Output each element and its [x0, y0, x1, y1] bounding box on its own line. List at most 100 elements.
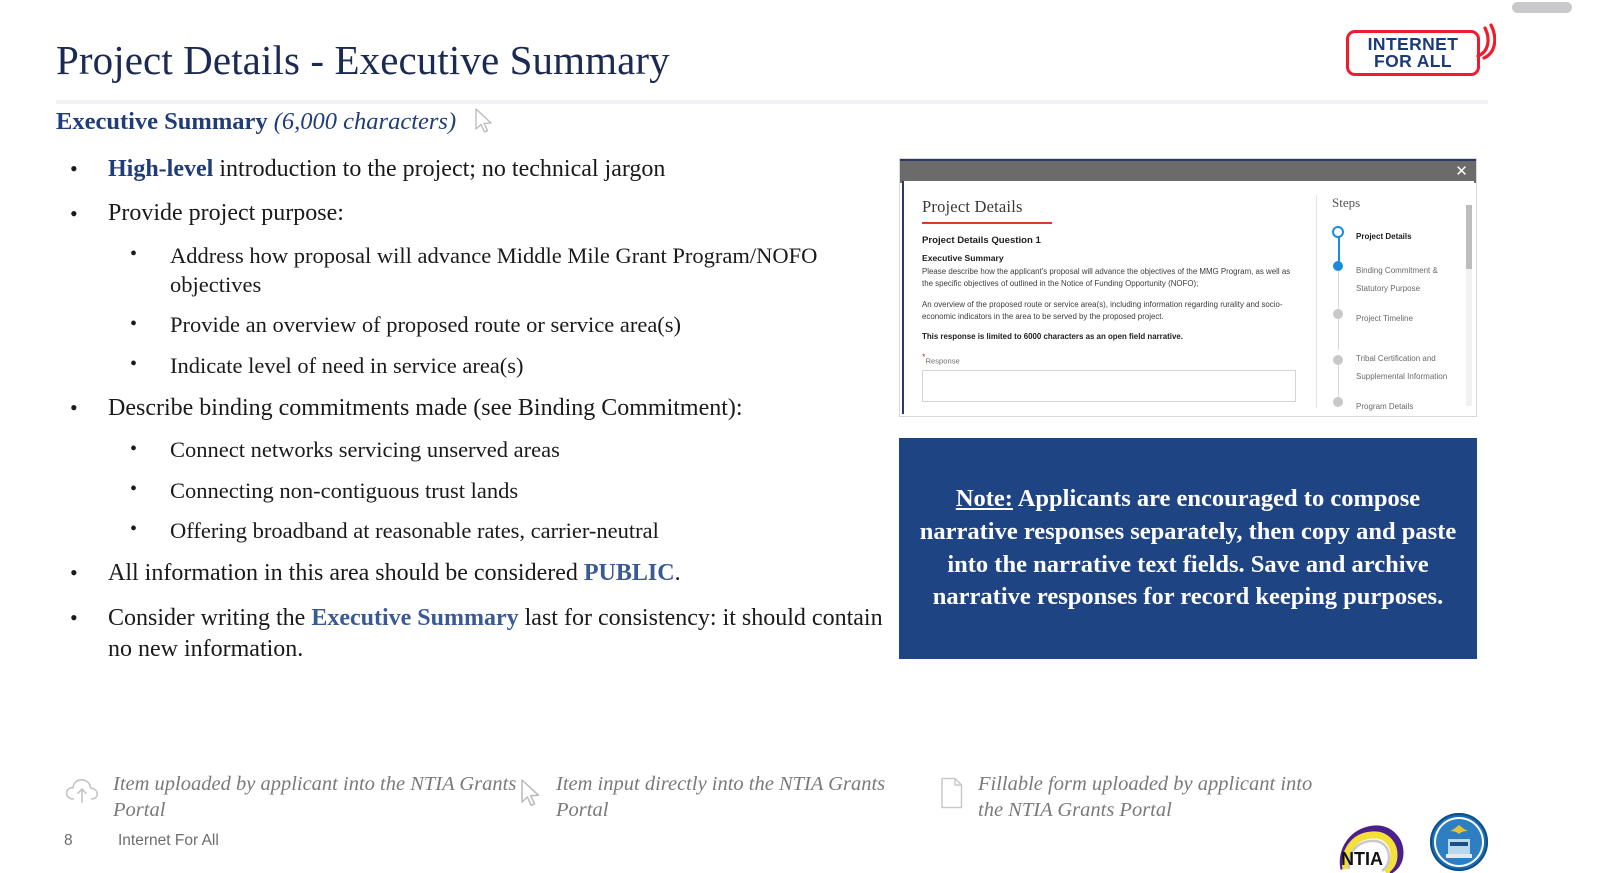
- bullet-text: Connect networks servicing unserved area…: [170, 437, 560, 463]
- step-status-dot: [1333, 355, 1343, 365]
- bullet-glyph: •: [130, 518, 138, 541]
- bullet-content: Executive Summary (6,000 characters) • H…: [56, 108, 886, 665]
- legend-item-direct-input: Item input directly into the NTIA Grants…: [519, 772, 939, 823]
- bullet-text: Offering broadband at reasonable rates, …: [170, 517, 659, 543]
- footer-label: Internet For All: [118, 832, 219, 849]
- subheading-italic: (6,000 characters): [273, 108, 457, 135]
- bullet-text: Provide an overview of proposed route or…: [170, 312, 682, 338]
- cloud-upload-icon: [64, 776, 100, 811]
- step-status-dot: [1333, 309, 1343, 319]
- list-item: • High-level introduction to the project…: [56, 154, 886, 185]
- cursor-arrow-icon: [519, 778, 543, 813]
- bullet-glyph: •: [70, 394, 78, 420]
- step-connector-line: [1338, 270, 1339, 310]
- bullet-emphasis-exec-summary: Executive Summary: [311, 604, 519, 631]
- note-callout-box: Note: Applicants are encouraged to compo…: [899, 438, 1477, 659]
- agency-logos: NTIA: [1332, 811, 1490, 873]
- bullet-lead-emphasis: High-level: [108, 156, 214, 182]
- step-label: Program Details: [1356, 402, 1414, 411]
- bullet-glyph: •: [130, 437, 138, 460]
- screenshot-scrollbar[interactable]: [1466, 205, 1472, 406]
- step-status-dot-done: [1333, 261, 1343, 271]
- list-item: • Describe binding commitments made (see…: [56, 393, 886, 545]
- bullet-glyph: •: [130, 477, 138, 500]
- bullet-text: Indicate level of need in service area(s…: [170, 352, 524, 378]
- embedded-app-screenshot: ✕ Project Details Project Details Questi…: [899, 158, 1477, 417]
- svg-text:NTIA: NTIA: [1341, 849, 1383, 869]
- question-paragraph-2: An overview of the proposed route or ser…: [922, 299, 1283, 321]
- bullet-glyph: •: [70, 156, 78, 182]
- step-label: Project Details: [1356, 232, 1412, 241]
- subheading-bold: Executive Summary: [56, 108, 268, 135]
- screenshot-body: Project Details Project Details Question…: [902, 181, 1474, 414]
- list-item: • Offering broadband at reasonable rates…: [108, 516, 886, 545]
- list-item: • Address how proposal will advance Midd…: [108, 241, 886, 300]
- legend-label: Fillable form uploaded by applicant into…: [978, 773, 1313, 821]
- step-label: Binding Commitment & Statutory Purpose: [1356, 266, 1438, 293]
- section-subheading: Executive Summary (6,000 characters): [56, 108, 886, 141]
- step-item-tribal-certification[interactable]: Tribal Certification and Supplemental In…: [1332, 348, 1462, 398]
- question-subheading: Executive Summary: [922, 253, 1004, 263]
- list-item: • Connecting non-contiguous trust lands: [108, 476, 886, 505]
- response-field-label: *Response: [922, 352, 1304, 366]
- bullet-glyph: •: [130, 353, 138, 376]
- note-text: Note: Applicants are encouraged to compo…: [915, 483, 1461, 614]
- note-prefix: Note:: [955, 484, 1013, 512]
- bullet-text: Address how proposal will advance Middle…: [170, 242, 818, 298]
- mouse-cursor-icon: [474, 108, 494, 141]
- screenshot-column-divider: [1316, 195, 1317, 408]
- step-item-project-timeline[interactable]: Project Timeline: [1332, 308, 1462, 350]
- step-connector-line: [1338, 318, 1339, 350]
- bullet-list-level-2: • Connect networks servicing unserved ar…: [108, 435, 886, 545]
- bullet-glyph: •: [70, 200, 78, 226]
- bullet-glyph: •: [130, 243, 138, 266]
- bullet-list-level-2: • Address how proposal will advance Midd…: [108, 241, 886, 380]
- response-label-text: Response: [925, 356, 960, 366]
- list-item: • All information in this area should be…: [56, 558, 886, 589]
- close-icon[interactable]: ✕: [1453, 163, 1470, 180]
- response-textarea[interactable]: [922, 369, 1296, 402]
- bullet-text: All information in this area should be c…: [108, 560, 584, 587]
- list-item: • Indicate level of need in service area…: [108, 351, 886, 380]
- step-item-program-details[interactable]: Program Details: [1332, 396, 1462, 416]
- legend-item-upload: Item uploaded by applicant into the NTIA…: [64, 772, 519, 823]
- bullet-glyph: •: [70, 604, 78, 630]
- bullet-text-tail: .: [674, 560, 681, 587]
- question-paragraph-1: Please describe how the applicant's prop…: [922, 267, 1291, 288]
- bullet-text: Connecting non-contiguous trust lands: [170, 477, 519, 503]
- document-icon: [939, 777, 965, 814]
- list-item: • Provide project purpose: • Address how…: [56, 198, 886, 379]
- internet-for-all-logo: INTERNET FOR ALL: [1346, 22, 1496, 84]
- step-item-binding-commitment[interactable]: Binding Commitment & Statutory Purpose: [1332, 260, 1462, 310]
- bullet-text: Provide project purpose:: [108, 200, 344, 227]
- question-paragraph-3: This response is limited to 6000 charact…: [922, 332, 1183, 342]
- legend-item-fillable-form: Fillable form uploaded by applicant into…: [939, 772, 1339, 823]
- step-label: Project Timeline: [1356, 314, 1413, 323]
- list-item: • Consider writing the Executive Summary…: [56, 603, 886, 666]
- question-heading: Project Details Question 1: [922, 235, 1041, 246]
- page-title: Project Details - Executive Summary: [56, 37, 670, 83]
- bullet-list-level-1: • High-level introduction to the project…: [56, 154, 886, 665]
- title-divider: [56, 100, 1488, 104]
- bullet-text: Describe binding commitments made (see B…: [108, 394, 743, 421]
- logo-line-2: FOR ALL: [1374, 51, 1452, 71]
- bullet-glyph: •: [70, 560, 78, 586]
- footer-meta: 8 Internet For All: [64, 832, 219, 850]
- list-item: • Connect networks servicing unserved ar…: [108, 435, 886, 464]
- department-of-commerce-seal-icon: [1430, 813, 1488, 871]
- step-status-dot: [1333, 397, 1343, 407]
- step-status-dot-current: [1332, 226, 1344, 238]
- page-scrollbar-thumb[interactable]: [1512, 2, 1572, 13]
- steps-panel: Steps Project Details Binding Commitment…: [1332, 195, 1462, 416]
- step-label: Tribal Certification and Supplemental In…: [1356, 354, 1448, 381]
- steps-heading: Steps: [1332, 195, 1361, 210]
- bullet-text: introduction to the project; no technica…: [213, 156, 666, 182]
- ntia-logo-icon: NTIA: [1339, 825, 1404, 873]
- legend-label: Item input directly into the NTIA Grants…: [556, 773, 886, 821]
- form-page-title: Project Details: [922, 197, 1023, 216]
- bullet-emphasis-public: PUBLIC: [583, 560, 675, 587]
- step-item-project-details[interactable]: Project Details: [1332, 226, 1462, 270]
- bullet-text: Consider writing the: [108, 604, 312, 631]
- legend-row: Item uploaded by applicant into the NTIA…: [64, 772, 1354, 823]
- legend-label: Item uploaded by applicant into the NTIA…: [113, 773, 517, 821]
